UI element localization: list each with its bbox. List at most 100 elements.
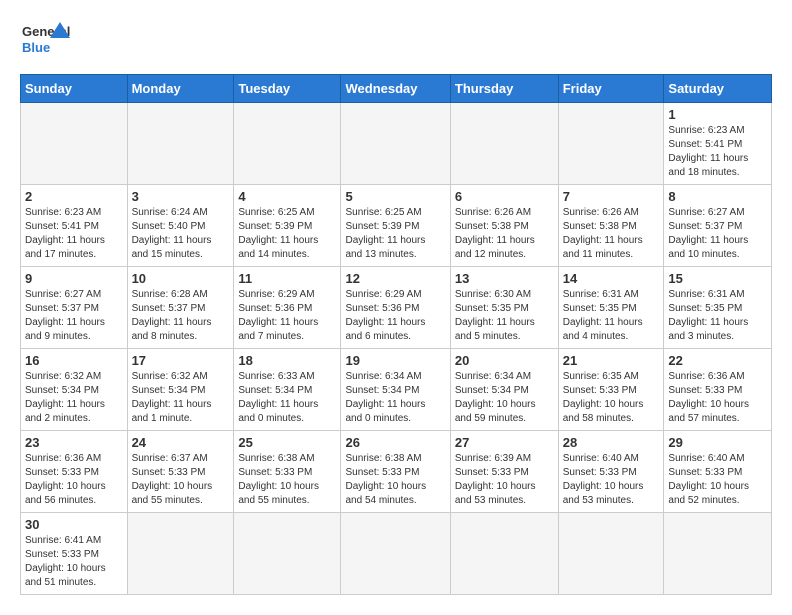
calendar-cell: 21 Sunrise: 6:35 AM Sunset: 5:33 PM Dayli… — [558, 349, 664, 431]
calendar-cell — [450, 103, 558, 185]
day-number: 7 — [563, 189, 660, 204]
calendar-cell — [558, 513, 664, 595]
logo: General Blue — [20, 20, 70, 64]
header-tuesday: Tuesday — [234, 75, 341, 103]
calendar-cell: 7 Sunrise: 6:26 AM Sunset: 5:38 PM Daylig… — [558, 185, 664, 267]
day-info: Sunrise: 6:31 AM Sunset: 5:35 PM Dayligh… — [563, 288, 660, 344]
calendar-cell — [127, 103, 234, 185]
calendar-cell — [21, 103, 128, 185]
day-info: Sunrise: 6:27 AM Sunset: 5:37 PM Dayligh… — [25, 288, 123, 344]
day-info: Sunrise: 6:26 AM Sunset: 5:38 PM Dayligh… — [455, 206, 554, 262]
day-info: Sunrise: 6:39 AM Sunset: 5:33 PM Dayligh… — [455, 452, 554, 508]
day-info: Sunrise: 6:38 AM Sunset: 5:33 PM Dayligh… — [345, 452, 445, 508]
day-info: Sunrise: 6:36 AM Sunset: 5:33 PM Dayligh… — [668, 370, 767, 426]
day-info: Sunrise: 6:23 AM Sunset: 5:41 PM Dayligh… — [25, 206, 123, 262]
calendar-cell: 2Sunrise: 6:23 AM Sunset: 5:41 PM Daylig… — [21, 185, 128, 267]
calendar-cell: 30Sunrise: 6:41 AM Sunset: 5:33 PM Dayli… — [21, 513, 128, 595]
week-row-3: 9 Sunrise: 6:27 AM Sunset: 5:37 PM Daylig… — [21, 267, 772, 349]
calendar-cell: 19 Sunrise: 6:34 AM Sunset: 5:34 PM Dayli… — [341, 349, 450, 431]
day-number: 13 — [455, 271, 554, 286]
calendar-cell: 1Sunrise: 6:23 AM Sunset: 5:41 PM Daylig… — [664, 103, 772, 185]
day-info: Sunrise: 6:27 AM Sunset: 5:37 PM Dayligh… — [668, 206, 767, 262]
day-number: 12 — [345, 271, 445, 286]
calendar-cell — [664, 513, 772, 595]
day-info: Sunrise: 6:28 AM Sunset: 5:37 PM Dayligh… — [132, 288, 230, 344]
svg-text:Blue: Blue — [22, 40, 50, 55]
calendar-cell — [341, 513, 450, 595]
day-info: Sunrise: 6:32 AM Sunset: 5:34 PM Dayligh… — [25, 370, 123, 426]
day-number: 30 — [25, 517, 123, 532]
calendar-cell: 28 Sunrise: 6:40 AM Sunset: 5:33 PM Dayli… — [558, 431, 664, 513]
day-number: 23 — [25, 435, 123, 450]
calendar-cell: 9 Sunrise: 6:27 AM Sunset: 5:37 PM Daylig… — [21, 267, 128, 349]
header-thursday: Thursday — [450, 75, 558, 103]
calendar-cell: 4Sunrise: 6:25 AM Sunset: 5:39 PM Daylig… — [234, 185, 341, 267]
day-info: Sunrise: 6:26 AM Sunset: 5:38 PM Dayligh… — [563, 206, 660, 262]
day-info: Sunrise: 6:29 AM Sunset: 5:36 PM Dayligh… — [345, 288, 445, 344]
header-monday: Monday — [127, 75, 234, 103]
calendar-cell: 24 Sunrise: 6:37 AM Sunset: 5:33 PM Dayli… — [127, 431, 234, 513]
calendar-cell: 18 Sunrise: 6:33 AM Sunset: 5:34 PM Dayli… — [234, 349, 341, 431]
day-info: Sunrise: 6:37 AM Sunset: 5:33 PM Dayligh… — [132, 452, 230, 508]
day-info: Sunrise: 6:25 AM Sunset: 5:39 PM Dayligh… — [345, 206, 445, 262]
day-info: Sunrise: 6:34 AM Sunset: 5:34 PM Dayligh… — [455, 370, 554, 426]
calendar-cell: 23 Sunrise: 6:36 AM Sunset: 5:33 PM Dayli… — [21, 431, 128, 513]
calendar-cell — [127, 513, 234, 595]
calendar-cell: 17 Sunrise: 6:32 AM Sunset: 5:34 PM Dayli… — [127, 349, 234, 431]
day-info: Sunrise: 6:31 AM Sunset: 5:35 PM Dayligh… — [668, 288, 767, 344]
calendar-cell: 3Sunrise: 6:24 AM Sunset: 5:40 PM Daylig… — [127, 185, 234, 267]
day-number: 24 — [132, 435, 230, 450]
calendar-cell — [234, 513, 341, 595]
calendar-cell: 10 Sunrise: 6:28 AM Sunset: 5:37 PM Dayli… — [127, 267, 234, 349]
day-number: 18 — [238, 353, 336, 368]
day-number: 25 — [238, 435, 336, 450]
day-number: 26 — [345, 435, 445, 450]
week-row-5: 23 Sunrise: 6:36 AM Sunset: 5:33 PM Dayli… — [21, 431, 772, 513]
week-row-6: 30Sunrise: 6:41 AM Sunset: 5:33 PM Dayli… — [21, 513, 772, 595]
day-number: 15 — [668, 271, 767, 286]
day-number: 6 — [455, 189, 554, 204]
day-info: Sunrise: 6:30 AM Sunset: 5:35 PM Dayligh… — [455, 288, 554, 344]
day-number: 10 — [132, 271, 230, 286]
day-info: Sunrise: 6:23 AM Sunset: 5:41 PM Dayligh… — [668, 124, 767, 180]
calendar-cell: 20Sunrise: 6:34 AM Sunset: 5:34 PM Dayli… — [450, 349, 558, 431]
day-number: 28 — [563, 435, 660, 450]
day-number: 9 — [25, 271, 123, 286]
calendar-cell — [558, 103, 664, 185]
header-sunday: Sunday — [21, 75, 128, 103]
calendar-table: SundayMondayTuesdayWednesdayThursdayFrid… — [20, 74, 772, 595]
day-info: Sunrise: 6:34 AM Sunset: 5:34 PM Dayligh… — [345, 370, 445, 426]
calendar-cell: 14 Sunrise: 6:31 AM Sunset: 5:35 PM Dayli… — [558, 267, 664, 349]
header-wednesday: Wednesday — [341, 75, 450, 103]
calendar-cell: 8Sunrise: 6:27 AM Sunset: 5:37 PM Daylig… — [664, 185, 772, 267]
calendar-cell — [234, 103, 341, 185]
week-row-4: 16Sunrise: 6:32 AM Sunset: 5:34 PM Dayli… — [21, 349, 772, 431]
week-row-2: 2Sunrise: 6:23 AM Sunset: 5:41 PM Daylig… — [21, 185, 772, 267]
day-info: Sunrise: 6:24 AM Sunset: 5:40 PM Dayligh… — [132, 206, 230, 262]
week-row-1: 1Sunrise: 6:23 AM Sunset: 5:41 PM Daylig… — [21, 103, 772, 185]
day-number: 21 — [563, 353, 660, 368]
calendar-cell: 6 Sunrise: 6:26 AM Sunset: 5:38 PM Daylig… — [450, 185, 558, 267]
day-number: 14 — [563, 271, 660, 286]
day-info: Sunrise: 6:29 AM Sunset: 5:36 PM Dayligh… — [238, 288, 336, 344]
calendar-cell: 29Sunrise: 6:40 AM Sunset: 5:33 PM Dayli… — [664, 431, 772, 513]
calendar-cell: 26 Sunrise: 6:38 AM Sunset: 5:33 PM Dayli… — [341, 431, 450, 513]
day-info: Sunrise: 6:36 AM Sunset: 5:33 PM Dayligh… — [25, 452, 123, 508]
day-number: 17 — [132, 353, 230, 368]
day-number: 19 — [345, 353, 445, 368]
header-friday: Friday — [558, 75, 664, 103]
day-info: Sunrise: 6:33 AM Sunset: 5:34 PM Dayligh… — [238, 370, 336, 426]
day-info: Sunrise: 6:40 AM Sunset: 5:33 PM Dayligh… — [563, 452, 660, 508]
calendar-cell — [341, 103, 450, 185]
day-info: Sunrise: 6:32 AM Sunset: 5:34 PM Dayligh… — [132, 370, 230, 426]
day-number: 27 — [455, 435, 554, 450]
day-number: 4 — [238, 189, 336, 204]
day-info: Sunrise: 6:35 AM Sunset: 5:33 PM Dayligh… — [563, 370, 660, 426]
calendar-cell: 15 Sunrise: 6:31 AM Sunset: 5:35 PM Dayli… — [664, 267, 772, 349]
calendar-header-row: SundayMondayTuesdayWednesdayThursdayFrid… — [21, 75, 772, 103]
logo-svg: General Blue — [20, 20, 70, 64]
header-saturday: Saturday — [664, 75, 772, 103]
calendar-cell: 12 Sunrise: 6:29 AM Sunset: 5:36 PM Dayli… — [341, 267, 450, 349]
day-info: Sunrise: 6:38 AM Sunset: 5:33 PM Dayligh… — [238, 452, 336, 508]
calendar-cell: 13 Sunrise: 6:30 AM Sunset: 5:35 PM Dayli… — [450, 267, 558, 349]
